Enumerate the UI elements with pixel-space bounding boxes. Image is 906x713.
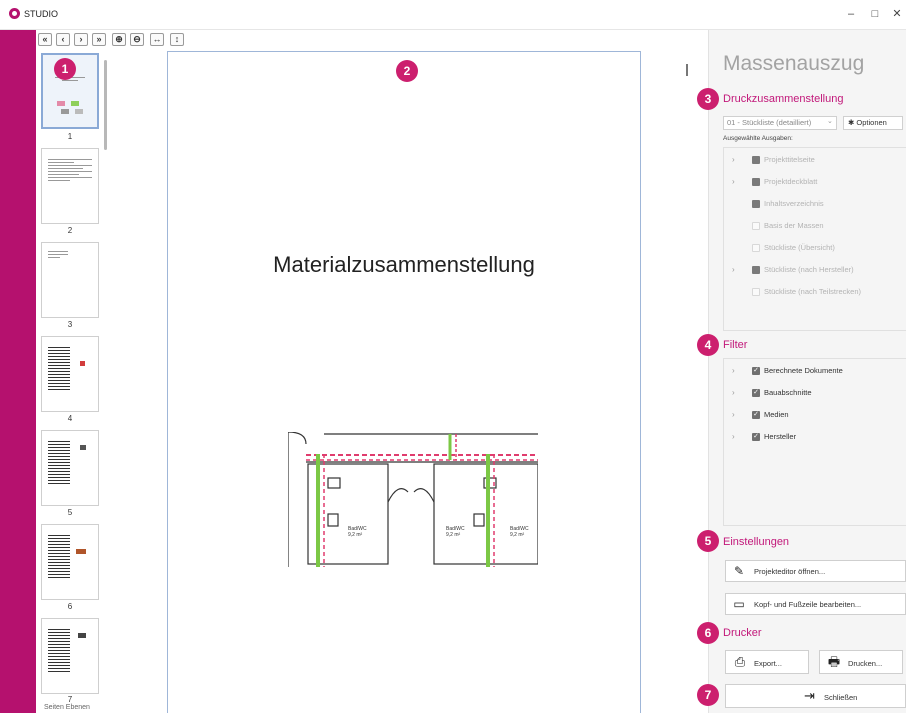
filter-item[interactable]: › ✓ Bauabschnitte (724, 387, 904, 399)
project-editor-button[interactable]: ✎ Projekteditor öffnen... (725, 560, 906, 582)
page-number: 3 (67, 320, 73, 329)
panel-splitter[interactable] (686, 64, 688, 76)
fit-width-button[interactable]: ↔ (150, 33, 164, 46)
checkbox[interactable] (752, 244, 760, 252)
chevron-right-icon[interactable]: › (732, 176, 740, 188)
section-heading-print: Druckzusammenstellung (723, 93, 844, 105)
print-button[interactable]: 🖶 Drucken... (819, 650, 903, 674)
chevron-right-icon[interactable]: › (732, 431, 740, 443)
maximize-button[interactable]: □ (864, 6, 886, 22)
accent-strip (0, 30, 36, 713)
checkbox[interactable] (752, 200, 760, 208)
selected-outputs-label: Ausgewählte Ausgaben: (723, 135, 793, 142)
floor-plan-drawing: Bad/WC 9,2 m² Bad/WC 9,2 m² Bad/WC 9,2 m… (288, 432, 538, 567)
fit-height-button[interactable]: ↕ (170, 33, 184, 46)
callout-badge: 7 (697, 684, 719, 706)
outputs-tree: › Projekttitelseite › Projektdeckblatt I… (723, 147, 906, 331)
page-number: 5 (67, 508, 73, 517)
tree-item[interactable]: Stückliste (nach Teilstrecken) (724, 286, 904, 298)
callout-badge: 3 (697, 88, 719, 110)
filter-item[interactable]: › ✓ Hersteller (724, 431, 904, 443)
filter-item[interactable]: › ✓ Berechnete Dokumente (724, 365, 904, 377)
exit-door-icon: ⇥ (804, 688, 815, 703)
checkbox-checked[interactable]: ✓ (752, 411, 760, 419)
page-thumbnail[interactable] (41, 524, 99, 600)
title-bar: STUDIO – □ ✕ (0, 0, 906, 30)
first-page-button[interactable]: « (38, 33, 52, 46)
previous-page-button[interactable]: ‹ (56, 33, 70, 46)
page-thumbnail[interactable] (41, 336, 99, 412)
last-page-button[interactable]: » (92, 33, 106, 46)
checkbox-checked[interactable]: ✓ (752, 433, 760, 441)
document-page: Materialzusammenstellung Bad/WC 9,2 m² B… (167, 51, 641, 713)
callout-badge: 5 (697, 530, 719, 552)
print-profile-select[interactable]: 01 - Stückliste (detailliert) (723, 116, 837, 130)
thumbnail-scrollbar[interactable] (104, 60, 107, 150)
tree-item[interactable]: Inhaltsverzeichnis (724, 198, 904, 210)
section-heading-settings: Einstellungen (723, 536, 790, 548)
page-layout-icon: ▭ (733, 597, 745, 611)
options-button[interactable]: ✱ Optionen (843, 116, 903, 130)
massenauszug-panel: Massenauszug Druckzusammenstellung 01 - … (708, 30, 906, 713)
page-number: 7 (67, 695, 73, 704)
chevron-right-icon[interactable]: › (732, 264, 740, 276)
header-footer-button[interactable]: ▭ Kopf- und Fußzeile bearbeiten... (725, 593, 906, 615)
pdf-icon: ⎙ (734, 654, 746, 669)
chevron-right-icon[interactable]: › (732, 409, 740, 421)
close-window-button[interactable]: ✕ (886, 6, 906, 22)
checkbox[interactable] (752, 288, 760, 296)
callout-badge: 6 (697, 622, 719, 644)
panel-title: Massenauszug (723, 52, 865, 75)
tree-item[interactable]: Stückliste (Übersicht) (724, 242, 904, 254)
room-area: 9,2 m² (446, 532, 461, 538)
tree-item[interactable]: Basis der Massen (724, 220, 904, 232)
checkbox-checked[interactable]: ✓ (752, 389, 760, 397)
printer-icon: 🖶 (827, 654, 841, 669)
gear-icon: ✱ (848, 118, 855, 127)
page-number: 1 (67, 132, 73, 141)
page-thumbnail[interactable] (41, 618, 99, 694)
app-title: STUDIO (24, 9, 59, 19)
chevron-right-icon[interactable]: › (732, 365, 740, 377)
page-number: 4 (67, 414, 73, 423)
minimize-button[interactable]: – (840, 6, 862, 22)
chevron-right-icon[interactable]: › (732, 387, 740, 399)
page-thumbnail[interactable] (41, 242, 99, 318)
section-heading-filter: Filter (723, 339, 748, 351)
tree-item[interactable]: › Projektdeckblatt (724, 176, 904, 188)
app-logo-icon (9, 8, 20, 19)
edit-icon: ✎ (733, 564, 745, 578)
zoom-out-button[interactable]: ⊖ (130, 33, 144, 46)
tree-item[interactable]: › Stückliste (nach Hersteller) (724, 264, 904, 276)
chevron-right-icon[interactable]: › (732, 154, 740, 166)
room-area: 9,2 m² (348, 532, 363, 538)
page-title: Materialzusammenstellung (273, 252, 535, 277)
section-heading-printer: Drucker (723, 627, 762, 639)
page-thumbnail[interactable] (41, 430, 99, 506)
callout-badge: 1 (54, 58, 76, 80)
checkbox[interactable] (752, 178, 760, 186)
room-area: 9,2 m² (510, 532, 525, 538)
checkbox-checked[interactable]: ✓ (752, 367, 760, 375)
close-button[interactable]: ⇥ Schließen (725, 684, 906, 708)
page-number: 2 (67, 226, 73, 235)
checkbox[interactable] (752, 266, 760, 274)
filter-item[interactable]: › ✓ Medien (724, 409, 904, 421)
page-number: 6 (67, 602, 73, 611)
checkbox[interactable] (752, 222, 760, 230)
export-button[interactable]: ⎙ Export... (725, 650, 809, 674)
filter-tree: › ✓ Berechnete Dokumente › ✓ Bauabschnit… (723, 358, 906, 526)
options-label: Optionen (856, 118, 887, 127)
callout-badge: 2 (396, 60, 418, 82)
chevron-down-icon: ⌄ (827, 118, 833, 125)
zoom-in-button[interactable]: ⊕ (112, 33, 126, 46)
callout-badge: 4 (697, 334, 719, 356)
tree-item[interactable]: › Projekttitelseite (724, 154, 904, 166)
checkbox[interactable] (752, 156, 760, 164)
thumbnail-tabs[interactable]: Seiten Ebenen (44, 704, 90, 711)
page-thumbnail[interactable] (41, 148, 99, 224)
next-page-button[interactable]: › (74, 33, 88, 46)
